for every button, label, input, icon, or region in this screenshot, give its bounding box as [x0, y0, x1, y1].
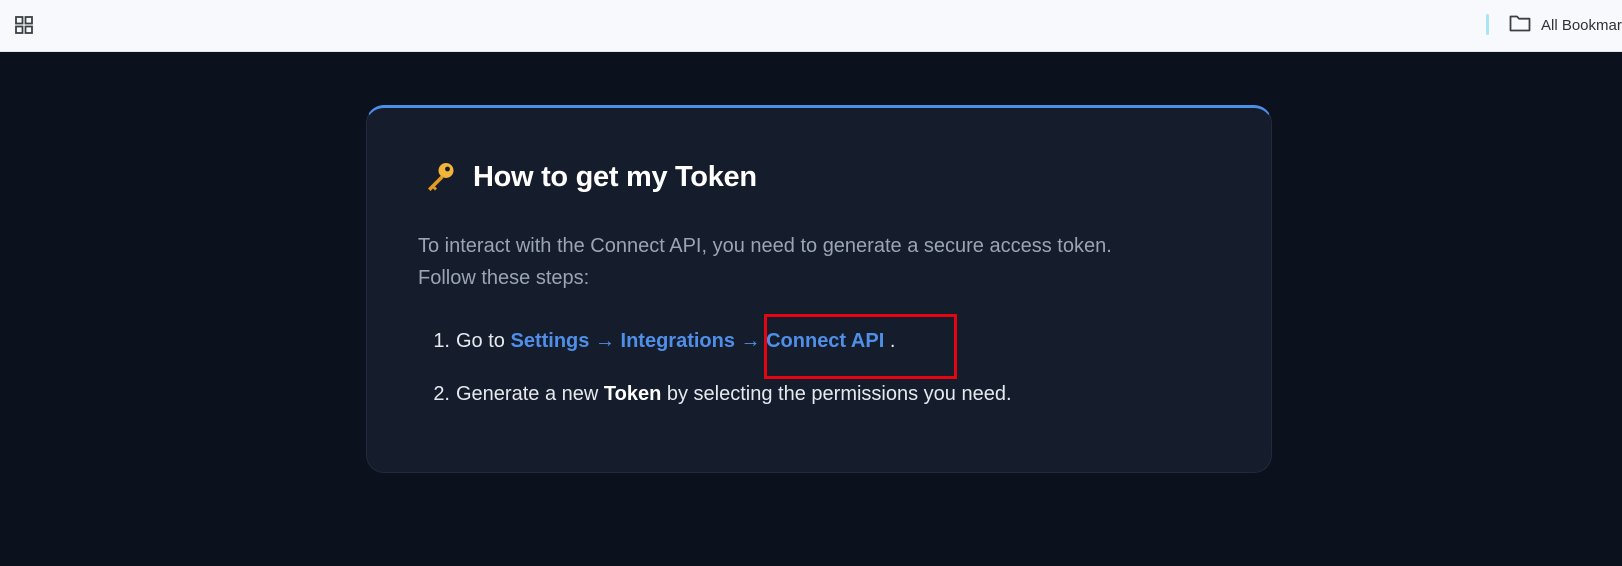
all-bookmarks-label: All Bookmar [1541, 16, 1622, 34]
token-help-card: How to get my Token To interact with the… [366, 105, 1272, 473]
bookmarks-bar: All Bookmar [0, 0, 1622, 52]
intro-text: To interact with the Connect API, you ne… [418, 230, 1218, 294]
highlight-annotation-box [764, 314, 957, 379]
intro-line: To interact with the Connect API, you ne… [418, 235, 1112, 257]
arrow-separator: → [740, 330, 761, 352]
settings-link[interactable]: Settings [510, 330, 589, 352]
bookmarks-divider [1486, 14, 1489, 35]
step-number: 2. [433, 383, 450, 405]
step-text: by selecting the permissions you need. [666, 383, 1012, 405]
intro-line: Follow these steps: [418, 267, 590, 289]
step-text: Go to [456, 330, 505, 352]
card-title: How to get my Token [473, 160, 757, 193]
arrow-separator: → [594, 330, 615, 352]
step-text: Generate a new [456, 383, 599, 405]
step-item: 2. Generate a new Token by selecting the … [418, 377, 1012, 411]
key-icon [423, 160, 457, 194]
page-content: How to get my Token To interact with the… [0, 52, 1622, 566]
folder-icon [1509, 14, 1541, 37]
token-emphasis: Token [603, 383, 662, 405]
grid-icon[interactable] [14, 15, 34, 35]
all-bookmarks-button[interactable]: All Bookmar [1509, 13, 1622, 37]
card-heading: How to get my Token [423, 160, 757, 194]
integrations-link[interactable]: Integrations [621, 330, 735, 352]
step-number: 1. [433, 330, 450, 352]
